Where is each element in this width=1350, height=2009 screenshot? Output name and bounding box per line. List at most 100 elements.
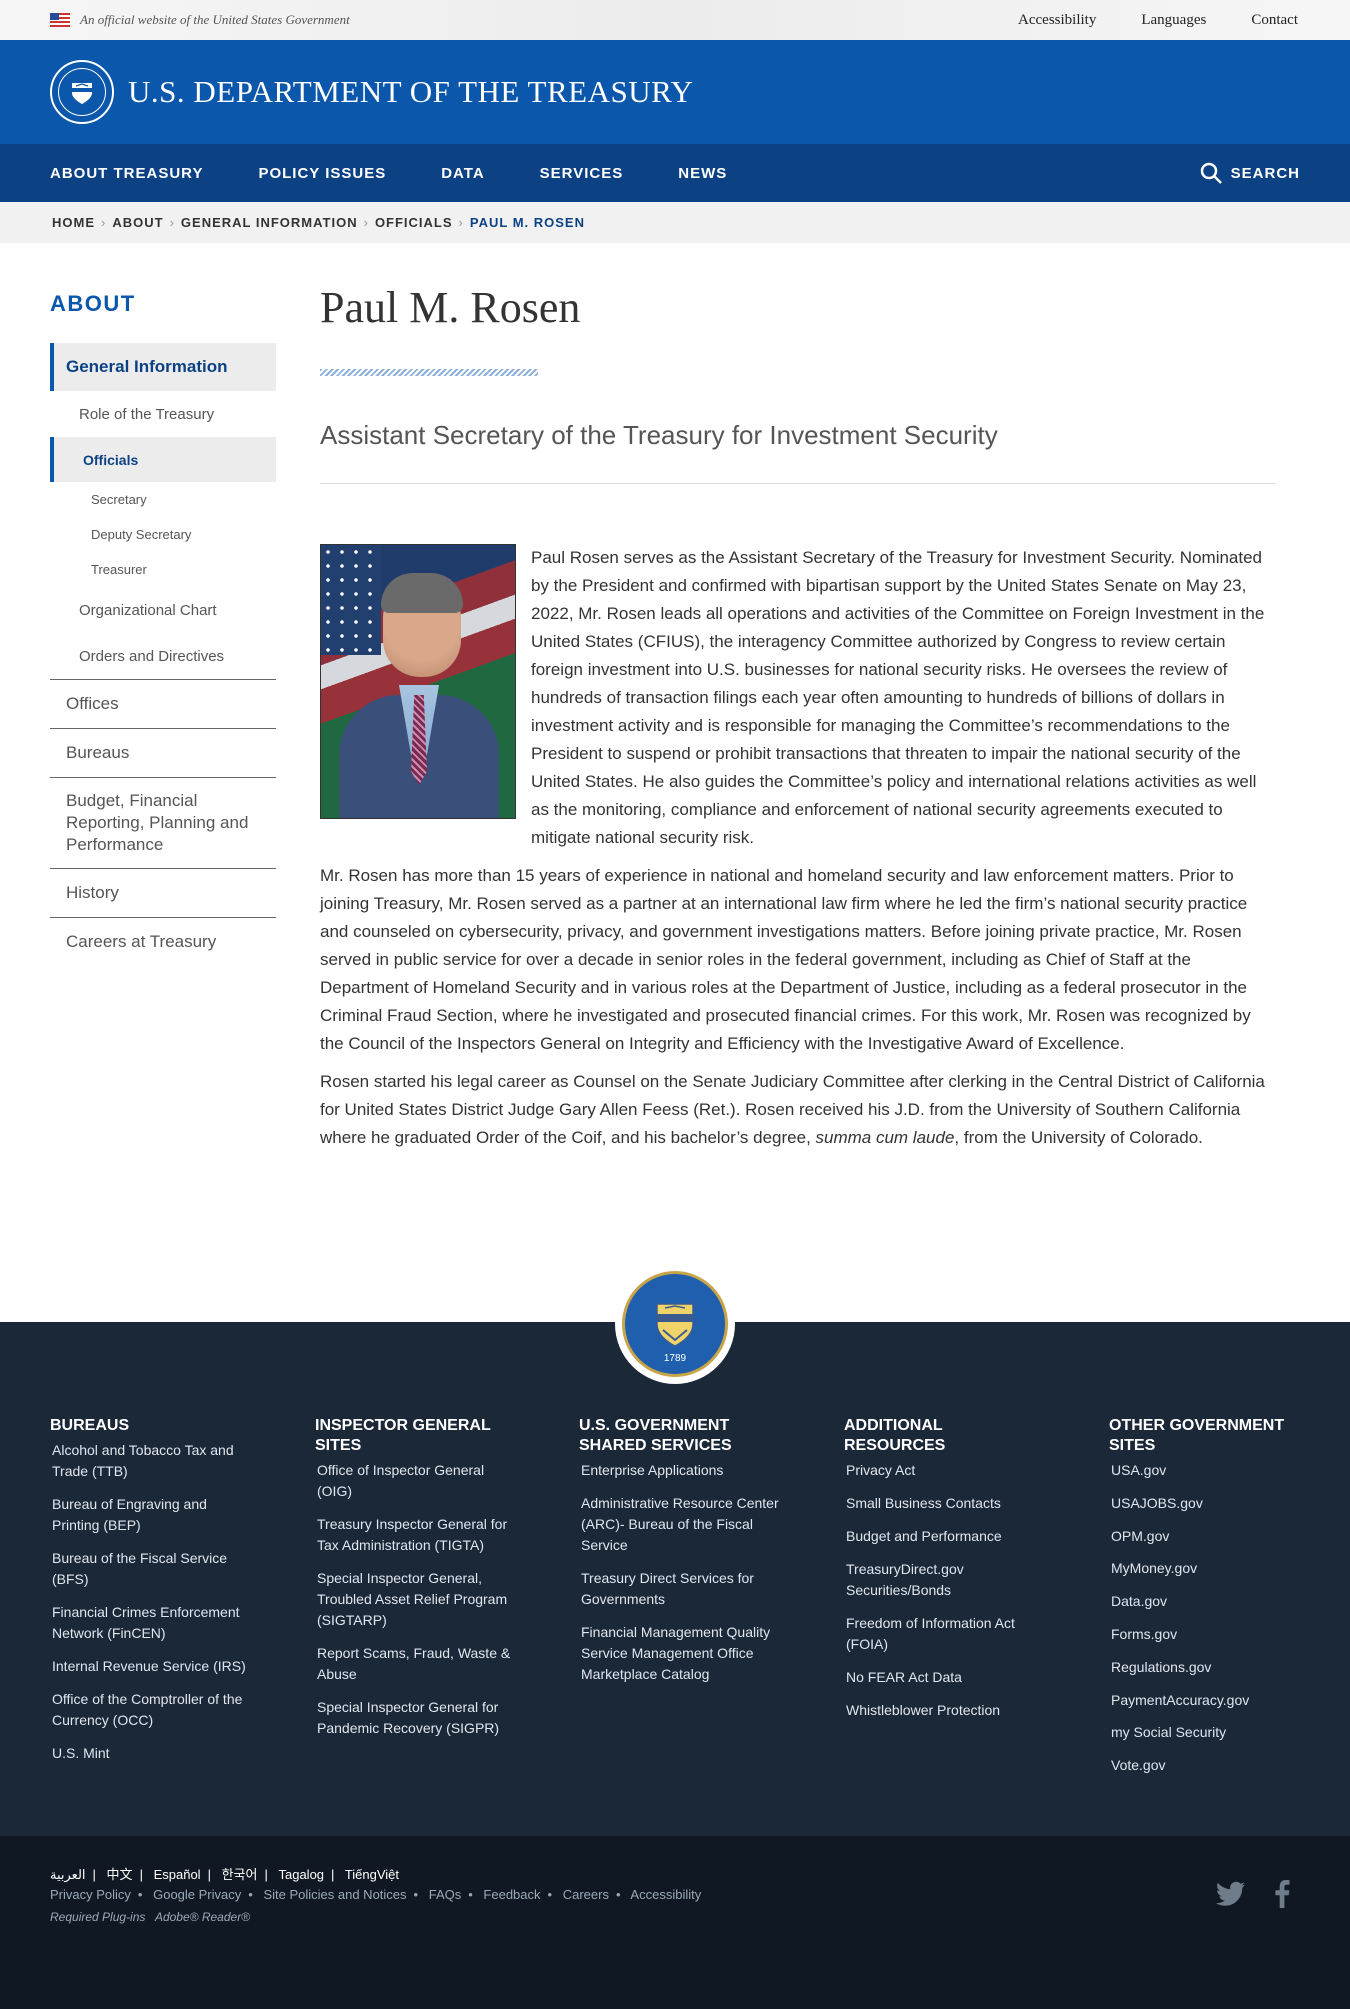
footer-link[interactable]: Office of the Comptroller of the Currenc… bbox=[50, 1689, 250, 1731]
sidebar-item-careers[interactable]: Careers at Treasury bbox=[50, 917, 276, 966]
nav-about-treasury[interactable]: ABOUT TREASURY bbox=[50, 165, 203, 182]
footer-heading: ADDITIONAL RESOURCES bbox=[844, 1417, 946, 1454]
bio-paragraph-2: Mr. Rosen has more than 15 years of expe… bbox=[320, 866, 1251, 1053]
nav-data[interactable]: DATA bbox=[441, 165, 484, 182]
bio-paragraph-3: Rosen started his legal career as Counse… bbox=[320, 1072, 1265, 1147]
faqs-link[interactable]: FAQs bbox=[429, 1887, 462, 1902]
breadcrumb-about[interactable]: ABOUT bbox=[112, 215, 163, 230]
nav-services[interactable]: SERVICES bbox=[540, 165, 624, 182]
footer-link[interactable]: OPM.gov bbox=[1109, 1526, 1299, 1547]
sidebar-item-treasurer[interactable]: Treasurer bbox=[50, 552, 276, 587]
twitter-icon[interactable] bbox=[1215, 1880, 1246, 1913]
footer-link[interactable]: Special Inspector General, Troubled Asse… bbox=[315, 1568, 515, 1631]
footer-link[interactable]: Forms.gov bbox=[1109, 1624, 1299, 1645]
seal-year: 1789 bbox=[663, 1353, 687, 1364]
footer-column-other-gov-sites: OTHER GOVERNMENT SITES USA.gov USAJOBS.g… bbox=[1109, 1416, 1299, 1788]
chevron-right-icon: › bbox=[101, 215, 107, 230]
sidebar-item-history[interactable]: History bbox=[50, 868, 276, 917]
footer: BUREAUS Alcohol and Tobacco Tax and Trad… bbox=[0, 1322, 1350, 1836]
breadcrumb-officials[interactable]: OFFICIALS bbox=[375, 215, 453, 230]
sidebar-item-deputy-secretary[interactable]: Deputy Secretary bbox=[50, 517, 276, 552]
sidebar-item-budget[interactable]: Budget, Financial Reporting, Planning an… bbox=[50, 777, 276, 868]
footer-link[interactable]: Alcohol and Tobacco Tax and Trade (TTB) bbox=[50, 1440, 250, 1482]
sidebar-item-orders-directives[interactable]: Orders and Directives bbox=[50, 633, 276, 679]
lang-vietnamese[interactable]: TiếngViệt bbox=[345, 1867, 399, 1882]
footer-link[interactable]: Bureau of Engraving and Printing (BEP) bbox=[50, 1494, 250, 1536]
google-privacy-link[interactable]: Google Privacy bbox=[153, 1887, 241, 1902]
lang-spanish[interactable]: Español bbox=[154, 1867, 201, 1882]
lang-chinese[interactable]: 中文 bbox=[107, 1867, 133, 1882]
us-flag-icon bbox=[50, 13, 70, 27]
footer-link[interactable]: Budget and Performance bbox=[844, 1526, 1044, 1547]
footer-link[interactable]: my Social Security bbox=[1109, 1722, 1299, 1743]
page-title: Paul M. Rosen bbox=[320, 283, 581, 332]
footer-column-shared-services: U.S. GOVERNMENT SHARED SERVICES Enterpri… bbox=[579, 1416, 779, 1697]
footer-link[interactable]: Privacy Act bbox=[844, 1460, 1044, 1481]
sidebar-item-secretary[interactable]: Secretary bbox=[50, 482, 276, 517]
footer-link[interactable]: Freedom of Information Act (FOIA) bbox=[844, 1613, 1044, 1655]
footer-link[interactable]: Whistleblower Protection bbox=[844, 1700, 1044, 1721]
plugins-label: Required Plug-ins bbox=[50, 1910, 146, 1924]
lang-arabic[interactable]: العربية bbox=[50, 1867, 86, 1882]
sidebar-item-general-information[interactable]: General Information bbox=[50, 343, 276, 391]
nav-policy-issues[interactable]: POLICY ISSUES bbox=[258, 165, 386, 182]
site-policies-link[interactable]: Site Policies and Notices bbox=[263, 1887, 406, 1902]
careers-link[interactable]: Careers bbox=[563, 1887, 609, 1902]
chevron-right-icon: › bbox=[169, 215, 175, 230]
footer-link[interactable]: Treasury Direct Services for Governments bbox=[579, 1568, 779, 1610]
title-underline-decoration bbox=[320, 369, 538, 376]
lang-tagalog[interactable]: Tagalog bbox=[278, 1867, 324, 1882]
footer-link[interactable]: Enterprise Applications bbox=[579, 1460, 779, 1481]
chevron-right-icon: › bbox=[458, 215, 464, 230]
sidebar-item-role-of-treasury[interactable]: Role of the Treasury bbox=[50, 391, 276, 437]
footer-link[interactable]: Vote.gov bbox=[1109, 1755, 1299, 1776]
privacy-policy-link[interactable]: Privacy Policy bbox=[50, 1887, 131, 1902]
footer-link[interactable]: Office of Inspector General (OIG) bbox=[315, 1460, 515, 1502]
sidebar-item-organizational-chart[interactable]: Organizational Chart bbox=[50, 587, 276, 633]
site-title[interactable]: U.S. DEPARTMENT OF THE TREASURY bbox=[128, 74, 693, 110]
site-header: U.S. DEPARTMENT OF THE TREASURY bbox=[0, 40, 1350, 144]
footer-link[interactable]: Treasury Inspector General for Tax Admin… bbox=[315, 1514, 515, 1556]
nav-news[interactable]: NEWS bbox=[678, 165, 727, 182]
contact-link[interactable]: Contact bbox=[1251, 12, 1298, 29]
footer-link[interactable]: Administrative Resource Center (ARC)- Bu… bbox=[579, 1493, 779, 1556]
adobe-reader-link[interactable]: Adobe® Reader® bbox=[155, 1910, 250, 1924]
footer-link[interactable]: MyMoney.gov bbox=[1109, 1558, 1299, 1579]
footer-link[interactable]: USAJOBS.gov bbox=[1109, 1493, 1299, 1514]
footer-link[interactable]: PaymentAccuracy.gov bbox=[1109, 1690, 1299, 1711]
breadcrumb-general-information[interactable]: GENERAL INFORMATION bbox=[181, 215, 358, 230]
sidebar-item-bureaus[interactable]: Bureaus bbox=[50, 728, 276, 777]
accessibility-link[interactable]: Accessibility bbox=[1018, 12, 1096, 29]
footer-link[interactable]: Financial Management Quality Service Man… bbox=[579, 1622, 779, 1685]
footer-link[interactable]: No FEAR Act Data bbox=[844, 1667, 1044, 1688]
footer-link[interactable]: Bureau of the Fiscal Service (BFS) bbox=[50, 1548, 250, 1590]
facebook-icon[interactable] bbox=[1274, 1880, 1290, 1913]
footer-link[interactable]: TreasuryDirect.gov Securities/Bonds bbox=[844, 1559, 1044, 1601]
footer-link[interactable]: U.S. Mint bbox=[50, 1743, 250, 1764]
chevron-right-icon: › bbox=[363, 215, 369, 230]
footer-heading: BUREAUS bbox=[50, 1417, 130, 1434]
lang-korean[interactable]: 한국어 bbox=[222, 1867, 258, 1882]
shield-icon bbox=[72, 83, 92, 104]
main-content: Paul M. Rosen Assistant Secretary of the… bbox=[320, 282, 1276, 1162]
breadcrumb-home[interactable]: HOME bbox=[52, 215, 95, 230]
footer-link[interactable]: Special Inspector General for Pandemic R… bbox=[315, 1697, 515, 1739]
footer-link[interactable]: USA.gov bbox=[1109, 1460, 1299, 1481]
languages-link[interactable]: Languages bbox=[1141, 12, 1206, 29]
breadcrumb: HOME › ABOUT › GENERAL INFORMATION › OFF… bbox=[0, 202, 1350, 243]
treasury-seal-logo[interactable] bbox=[50, 60, 114, 124]
footer-link[interactable]: Report Scams, Fraud, Waste & Abuse bbox=[315, 1643, 515, 1685]
footer-treasury-seal[interactable]: 1789 bbox=[615, 1264, 735, 1384]
gov-banner: An official website of the United States… bbox=[0, 0, 1350, 40]
sidebar-item-officials[interactable]: Officials bbox=[50, 437, 276, 482]
feedback-link[interactable]: Feedback bbox=[483, 1887, 540, 1902]
footer-link[interactable]: Regulations.gov bbox=[1109, 1657, 1299, 1678]
footer-link[interactable]: Internal Revenue Service (IRS) bbox=[50, 1656, 250, 1677]
accessibility-footer-link[interactable]: Accessibility bbox=[630, 1887, 701, 1902]
footer-link[interactable]: Financial Crimes Enforcement Network (Fi… bbox=[50, 1602, 250, 1644]
utility-links: Accessibility Languages Contact bbox=[1018, 0, 1298, 40]
search-button[interactable]: SEARCH bbox=[1199, 144, 1300, 202]
sidebar-item-offices[interactable]: Offices bbox=[50, 679, 276, 728]
footer-link[interactable]: Small Business Contacts bbox=[844, 1493, 1044, 1514]
footer-link[interactable]: Data.gov bbox=[1109, 1591, 1299, 1612]
